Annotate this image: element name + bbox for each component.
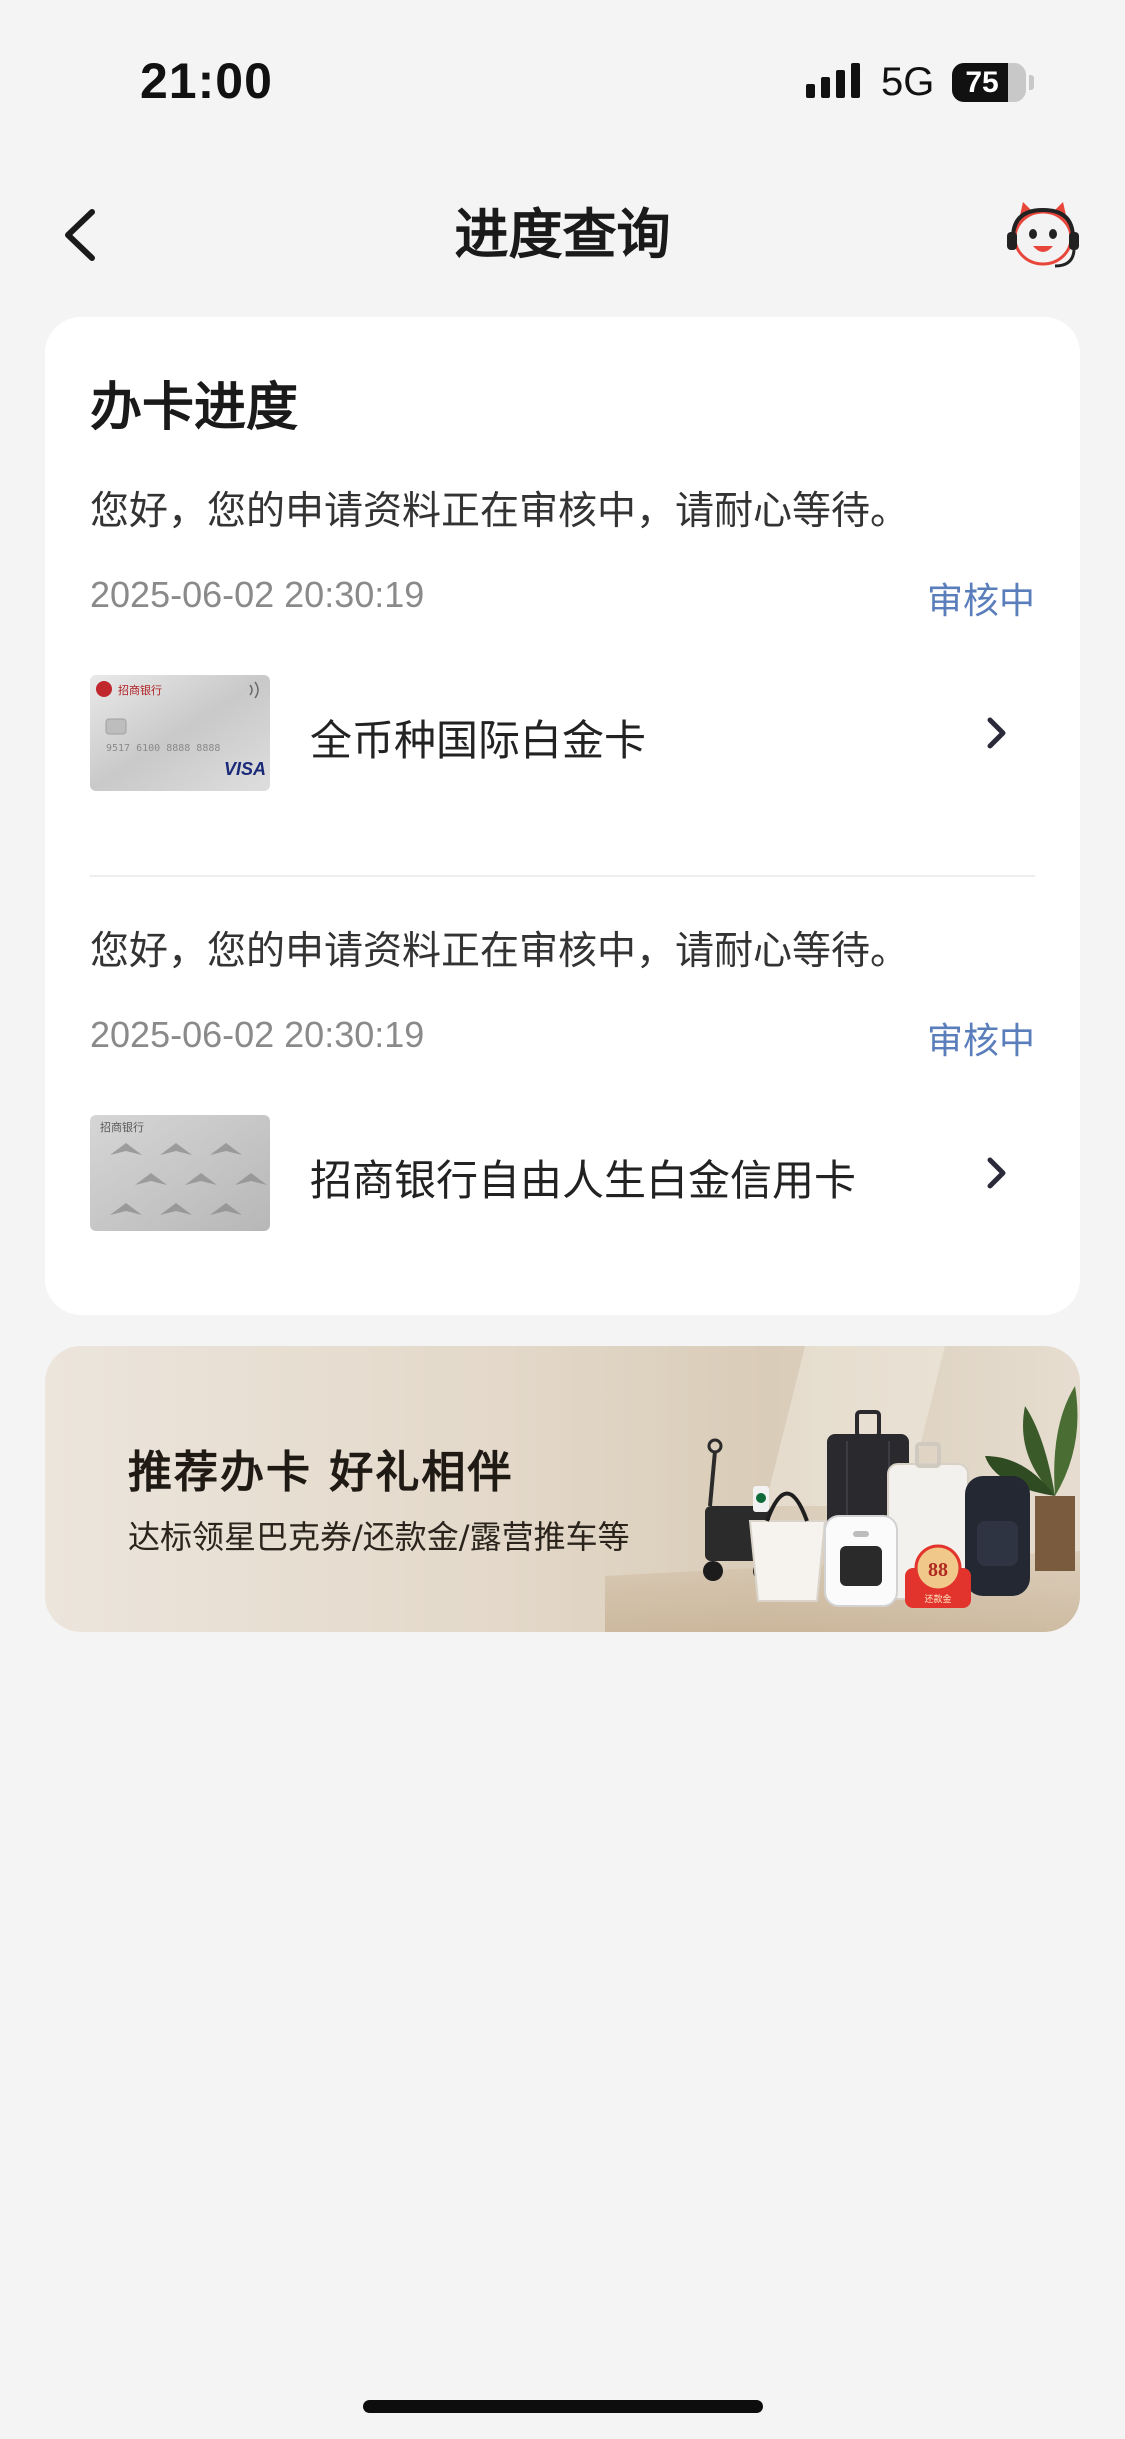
- progress-card: 办卡进度 您好，您的申请资料正在审核中，请耐心等待。 2025-06-02 20…: [45, 317, 1080, 1315]
- cellular-signal-icon: [806, 63, 860, 98]
- card-row-free-life[interactable]: 招商银行 招商银行自由人生白金信用卡: [90, 1115, 1035, 1231]
- battery-level: 75: [965, 66, 999, 99]
- network-type: 5G: [881, 60, 935, 104]
- customer-service-mascot-icon: [1007, 202, 1079, 268]
- visa-logo: VISA: [224, 759, 266, 779]
- coupon-amount: 88: [928, 1559, 948, 1581]
- status-bar: 21:00 5G 75: [0, 0, 1125, 150]
- status-badge: 审核中: [926, 1021, 1035, 1062]
- record-time: 2025-06-02 20:30:19: [90, 574, 425, 615]
- card-section-title: 办卡进度: [90, 378, 299, 438]
- battery-icon: 75: [952, 63, 1026, 102]
- air-fryer-icon: [824, 1515, 898, 1607]
- promo-title: 推荐办卡 好礼相伴: [128, 1447, 514, 1498]
- status-time: 21:00: [140, 53, 273, 109]
- customer-service-button[interactable]: [1003, 198, 1083, 274]
- card-thumb-bank-name: 招商银行: [118, 683, 162, 697]
- backpack-icon: [965, 1476, 1030, 1596]
- chevron-right-icon: [987, 717, 1006, 749]
- card-thumb-bank-name: 招商银行: [100, 1120, 144, 1134]
- status-badge: 审核中: [926, 581, 1035, 622]
- battery-tip: [1029, 75, 1034, 90]
- card-name: 招商银行自由人生白金信用卡: [310, 1156, 857, 1205]
- card-thumbnail: 招商银行: [90, 1115, 270, 1231]
- record-message: 您好，您的申请资料正在审核中，请耐心等待。: [90, 489, 910, 534]
- promo-banner[interactable]: 88 还款金 推荐办卡 好礼相伴 达标领星巴克券/还款金/露营推车等: [45, 1346, 1080, 1632]
- nav-bar: 进度查询: [0, 180, 1125, 290]
- record-message: 您好，您的申请资料正在审核中，请耐心等待。: [90, 929, 910, 974]
- card-name: 全币种国际白金卡: [310, 716, 647, 765]
- promo-subtitle: 达标领星巴克券/还款金/露营推车等: [128, 1518, 630, 1556]
- chevron-right-icon: [987, 1157, 1006, 1189]
- record-time: 2025-06-02 20:30:19: [90, 1014, 425, 1055]
- divider: [90, 875, 1035, 877]
- home-indicator[interactable]: [363, 2400, 763, 2413]
- page-title: 进度查询: [454, 203, 671, 266]
- card-thumbnail: 招商银行 9517 6100 8888 8888 VISA: [90, 675, 270, 791]
- card-row-platinum[interactable]: 招商银行 9517 6100 8888 8888 VISA 全币种国际白金卡: [90, 675, 1035, 791]
- coupon-label: 还款金: [924, 1593, 951, 1605]
- card-thumb-number: 9517 6100 8888 8888: [106, 743, 220, 754]
